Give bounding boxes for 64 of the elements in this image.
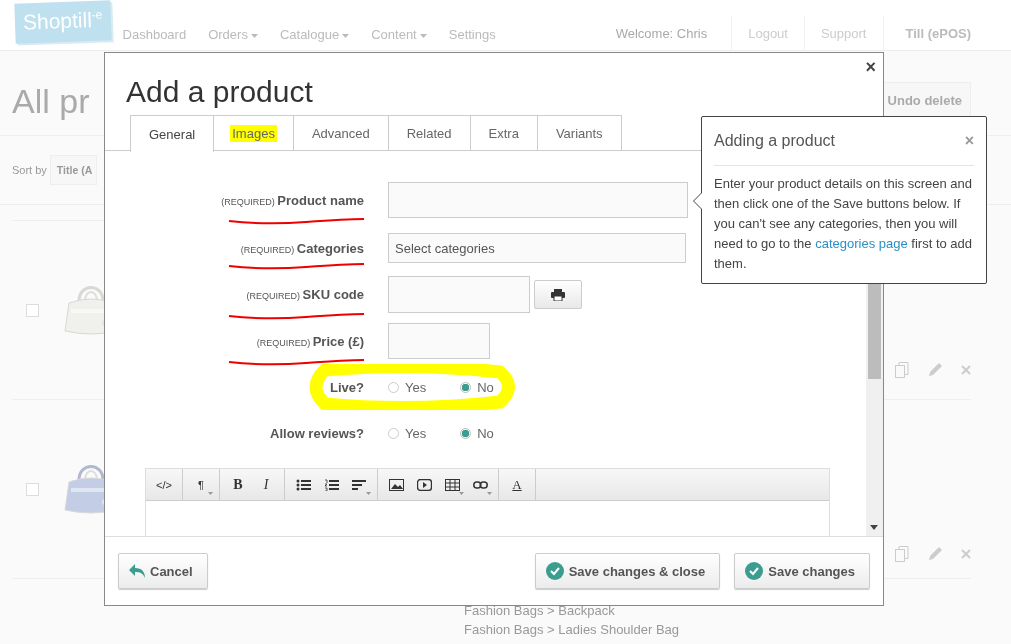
reply-arrow-icon xyxy=(129,564,145,578)
tab[interactable]: Related xyxy=(388,115,471,150)
category-text: Fashion Bags > Backpack xyxy=(464,602,616,620)
align-icon xyxy=(351,478,367,491)
page-title: All pr xyxy=(12,81,90,121)
category-text: Fashion Bags > Ladies Shoulder Bag xyxy=(464,621,680,639)
scroll-down-icon xyxy=(870,525,878,530)
tab[interactable]: General xyxy=(130,115,215,152)
radio-button[interactable] xyxy=(460,427,472,439)
popover-title: Adding a product xyxy=(714,132,835,150)
radio-label: Yes xyxy=(405,425,427,441)
numbered-list-icon xyxy=(323,478,339,491)
price-field[interactable] xyxy=(388,323,490,359)
popover-text: Enter your product details on this screen and then click one of the Save buttons below. If you can't see any categories, then you will need to go to the categories page first to add them. xyxy=(714,175,974,273)
text-field[interactable] xyxy=(388,182,688,218)
sort-label: Sort by xyxy=(12,164,47,176)
row-checkbox[interactable] xyxy=(26,482,39,496)
field-label: (REQUIRED) Product name xyxy=(221,192,364,208)
radio-button[interactable] xyxy=(388,381,399,393)
check-circle-icon xyxy=(545,562,564,580)
close-button[interactable]: × xyxy=(865,57,876,78)
link-icon xyxy=(472,478,488,491)
save-button[interactable]: Save changes & close xyxy=(534,553,721,589)
image-icon xyxy=(388,478,404,491)
field-label: Allow reviews? xyxy=(270,425,364,441)
categories-field[interactable]: Select categories xyxy=(388,233,686,263)
toolbar-button[interactable]: </> xyxy=(150,472,178,497)
radio-label: No xyxy=(477,425,494,441)
categories-link[interactable]: categories page xyxy=(815,236,908,251)
pencil-icon[interactable] xyxy=(927,546,943,562)
welcome-text: Welcome: Chris xyxy=(614,24,709,43)
save-button[interactable]: Save changes xyxy=(734,553,870,589)
text-editor[interactable]: </> ¶ B I A xyxy=(145,468,830,536)
field-label: (REQUIRED) Price (£) xyxy=(256,333,364,349)
sku-field[interactable] xyxy=(388,276,530,313)
bullet-list-icon xyxy=(295,478,311,491)
tab[interactable]: Images xyxy=(214,115,294,150)
radio-label: Yes xyxy=(405,379,427,395)
tab[interactable]: Advanced xyxy=(293,115,389,150)
toolbar-button[interactable]: I xyxy=(252,472,280,497)
toolbar-button[interactable]: B xyxy=(224,472,252,497)
printer-icon xyxy=(551,288,565,301)
toolbar-button[interactable]: ¶ xyxy=(187,472,215,497)
copy-icon[interactable] xyxy=(895,362,909,378)
print-button[interactable] xyxy=(534,280,582,309)
delete-icon[interactable] xyxy=(961,549,971,559)
field-label: (REQUIRED) Categories xyxy=(240,240,364,256)
radio-button[interactable] xyxy=(460,381,472,393)
field-label: Live? xyxy=(330,379,364,395)
tab[interactable]: Variants xyxy=(537,115,622,150)
pencil-icon[interactable] xyxy=(927,362,943,378)
radio-button[interactable] xyxy=(388,427,399,439)
toolbar-button[interactable]: A xyxy=(503,472,531,497)
table-icon xyxy=(444,478,460,491)
copy-icon[interactable] xyxy=(895,546,909,562)
row-checkbox[interactable] xyxy=(26,303,39,317)
video-icon xyxy=(416,478,432,491)
tab[interactable]: Extra xyxy=(470,115,538,150)
field-label: (REQUIRED) SKU code xyxy=(246,287,364,302)
check-circle-icon xyxy=(745,562,764,580)
dialog-title: Add a product xyxy=(126,75,313,109)
delete-icon[interactable] xyxy=(961,365,971,375)
cancel-button[interactable]: Cancel xyxy=(118,553,208,589)
radio-label: No xyxy=(477,379,494,395)
